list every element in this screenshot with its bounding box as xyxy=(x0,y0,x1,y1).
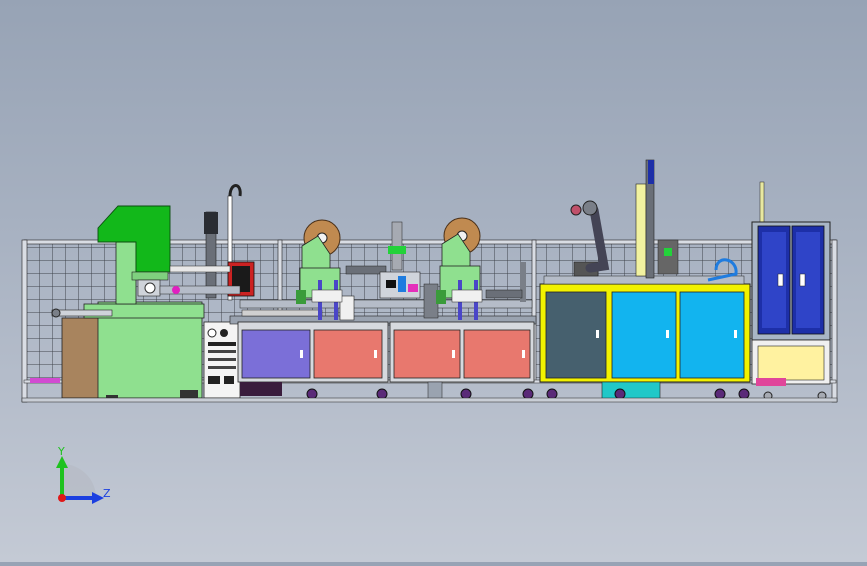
floor-line xyxy=(21,397,838,403)
y-axis-label: Y xyxy=(57,445,65,458)
cabinet-door-red-3 xyxy=(463,329,531,379)
coordinate-triad: Y Z xyxy=(56,445,111,504)
cabinet-door-purple xyxy=(241,329,311,379)
x-axis-dot xyxy=(58,494,66,502)
assembly-line-drawing: Y Z xyxy=(21,159,838,504)
cabinet-door-red xyxy=(313,329,383,379)
electrical-cabinet xyxy=(751,181,831,401)
cad-viewport[interactable]: Y Z xyxy=(0,0,867,562)
infeed-conveyor xyxy=(51,309,113,317)
z-axis-label: Z xyxy=(103,487,111,500)
cabinet-base-cream xyxy=(757,345,825,381)
robot-station xyxy=(539,159,751,401)
side-cabinet xyxy=(61,317,103,399)
triad-quadrant xyxy=(62,464,96,498)
cabinet-door-red-2 xyxy=(393,329,461,379)
